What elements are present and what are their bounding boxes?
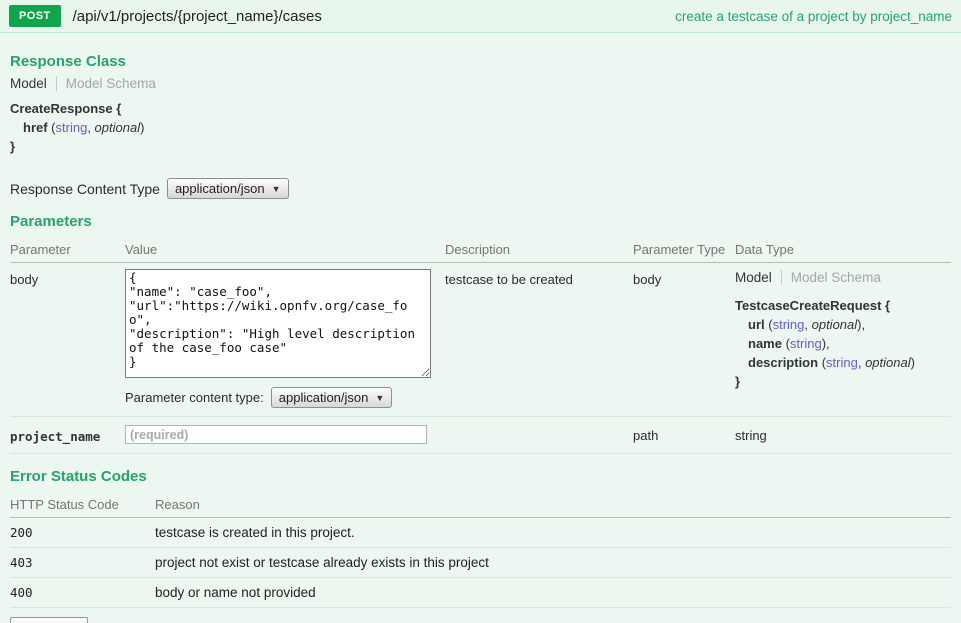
tab-model-schema[interactable]: Model Schema xyxy=(791,269,881,286)
col-value: Value xyxy=(125,242,445,257)
model-close: } xyxy=(10,137,951,156)
parameter-value-cell xyxy=(125,425,445,444)
parameter-description: testcase to be created xyxy=(445,269,633,287)
operation-summary-link[interactable]: create a testcase of a project by projec… xyxy=(675,9,952,24)
parameter-type: body xyxy=(633,269,735,287)
model-open: CreateResponse { xyxy=(10,99,951,118)
parameter-row-body: body { "name": "case_foo", "url":"https:… xyxy=(10,263,951,417)
parameter-data-type: string xyxy=(735,425,951,443)
error-row: 200 testcase is created in this project. xyxy=(10,518,951,548)
parameters-table-header: Parameter Value Description Parameter Ty… xyxy=(10,236,951,263)
parameter-content-type-select[interactable]: application/json ▼ xyxy=(271,387,393,408)
tab-divider xyxy=(781,270,782,285)
model-close: } xyxy=(735,372,951,391)
parameter-data-type-cell: Model Model Schema TestcaseCreateRequest… xyxy=(735,269,951,391)
status-code: 400 xyxy=(10,585,155,600)
status-code: 403 xyxy=(10,555,155,570)
response-class-heading: Response Class xyxy=(10,53,951,70)
property-type: string xyxy=(773,317,805,332)
col-data-type: Data Type xyxy=(735,242,951,257)
parameter-content-type-value: application/json xyxy=(279,390,369,405)
property-type: string xyxy=(56,120,88,135)
property-optional-flag: optional xyxy=(95,120,141,135)
parameter-value-cell: { "name": "case_foo", "url":"https://wik… xyxy=(125,269,445,408)
property-optional-flag: optional xyxy=(812,317,858,332)
parameters-heading: Parameters xyxy=(10,213,951,230)
model-open: TestcaseCreateRequest { xyxy=(735,296,951,315)
data-type-tabs: Model Model Schema xyxy=(735,269,951,286)
col-parameter-type: Parameter Type xyxy=(633,242,735,257)
error-row: 403 project not exist or testcase alread… xyxy=(10,548,951,578)
endpoint-path[interactable]: /api/v1/projects/{project_name}/cases xyxy=(73,8,322,25)
request-model-signature: TestcaseCreateRequest { url (string, opt… xyxy=(735,296,951,391)
body-json-textarea[interactable]: { "name": "case_foo", "url":"https://wik… xyxy=(125,269,431,378)
parameter-description xyxy=(445,425,633,428)
try-it-out-button[interactable]: Try it out! xyxy=(10,617,88,623)
dropdown-arrow-icon: ▼ xyxy=(375,393,384,403)
status-code: 200 xyxy=(10,525,155,540)
col-reason: Reason xyxy=(155,497,951,512)
property-type: string xyxy=(826,355,858,370)
parameter-name: body xyxy=(10,269,125,287)
response-content-type-row: Response Content Type application/json ▼ xyxy=(10,178,951,199)
parameter-type: path xyxy=(633,425,735,443)
parameter-row-project-name: project_name path string xyxy=(10,417,951,454)
property-type: string xyxy=(790,336,822,351)
status-reason: body or name not provided xyxy=(155,585,951,600)
operation-header[interactable]: POST /api/v1/projects/{project_name}/cas… xyxy=(0,0,961,33)
error-status-codes-heading: Error Status Codes xyxy=(10,468,951,485)
status-reason: testcase is created in this project. xyxy=(155,525,951,540)
model-property: url (string, optional), xyxy=(735,315,951,334)
tab-model[interactable]: Model xyxy=(735,269,772,286)
response-content-type-value: application/json xyxy=(175,181,265,196)
response-content-type-select[interactable]: application/json ▼ xyxy=(167,178,289,199)
tab-divider xyxy=(56,76,57,91)
http-method-badge: POST xyxy=(9,5,61,27)
model-property: description (string, optional) xyxy=(735,353,951,372)
col-parameter: Parameter xyxy=(10,242,125,257)
tab-model[interactable]: Model xyxy=(10,76,47,91)
col-http-status-code: HTTP Status Code xyxy=(10,497,155,512)
operation-content: Response Class Model Model Schema Create… xyxy=(0,33,961,623)
col-description: Description xyxy=(445,242,633,257)
response-content-type-label: Response Content Type xyxy=(10,181,160,197)
parameter-name: project_name xyxy=(10,425,125,444)
parameter-content-type-row: Parameter content type: application/json… xyxy=(125,387,445,408)
dropdown-arrow-icon: ▼ xyxy=(272,184,281,194)
property-optional-flag: optional xyxy=(865,355,911,370)
error-row: 400 body or name not provided xyxy=(10,578,951,608)
response-class-tabs: Model Model Schema xyxy=(10,76,951,91)
error-table-header: HTTP Status Code Reason xyxy=(10,491,951,518)
model-property: name (string), xyxy=(735,334,951,353)
parameter-content-type-label: Parameter content type: xyxy=(125,390,264,405)
status-reason: project not exist or testcase already ex… xyxy=(155,555,951,570)
response-model-signature: CreateResponse { href (string, optional)… xyxy=(10,99,951,156)
model-property: href (string, optional) xyxy=(10,118,951,137)
project-name-input[interactable] xyxy=(125,425,427,444)
tab-model-schema[interactable]: Model Schema xyxy=(66,76,156,91)
